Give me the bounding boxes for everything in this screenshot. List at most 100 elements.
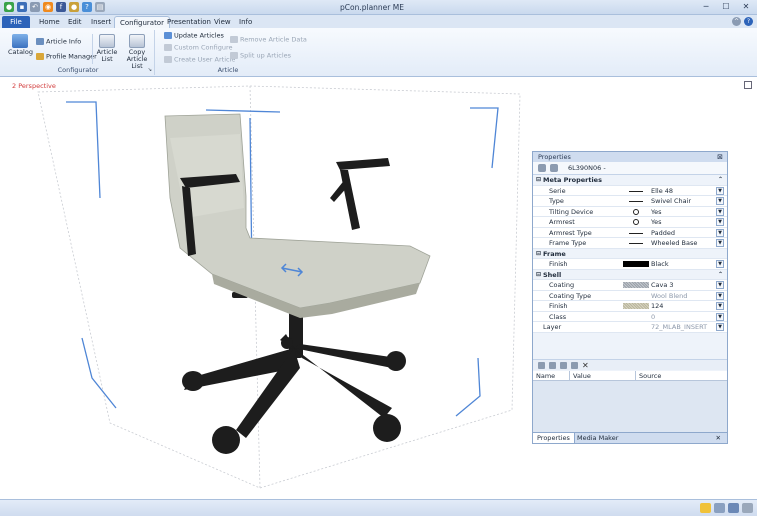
tab-home[interactable]: Home [34,16,65,28]
minimize-button[interactable]: ─ [699,2,713,12]
help-circle-icon[interactable]: ? [744,17,753,26]
tab-presentation[interactable]: Presentation [162,16,216,28]
section-meta-properties[interactable]: ⊟ Meta Properties ⌃ [533,175,727,186]
document-icon[interactable]: ▤ [95,2,105,12]
dropdown-icon[interactable]: ▼ [716,239,724,247]
link-icon[interactable] [549,361,556,369]
tab-properties[interactable]: Properties [533,433,575,443]
dropdown-icon[interactable]: ▼ [716,260,724,268]
panel-close-icon[interactable]: ✕ [712,433,725,443]
settings-icon[interactable] [550,164,558,172]
update-articles-button[interactable]: Update Articles [164,32,224,40]
dropdown-icon[interactable]: ▼ [716,228,724,237]
dropdown-icon[interactable]: ▼ [716,302,724,310]
copy-icon[interactable] [571,361,578,369]
dropdown-icon[interactable]: ▼ [716,323,724,331]
dropdown-icon[interactable]: ▼ [716,312,724,321]
dropdown-icon[interactable]: ▼ [716,186,724,195]
close-button[interactable]: ✕ [739,2,753,12]
help-icon[interactable]: ? [82,2,92,12]
dropdown-icon[interactable]: ▼ [716,281,724,289]
catalog-icon [12,34,28,48]
article-code: 6L390N06 - [568,164,606,172]
collapse-icon[interactable]: ⊟ [536,270,541,280]
collapse-up-icon[interactable]: ⌃ [718,270,723,280]
add-icon[interactable] [538,361,545,369]
section-label: Frame [543,249,566,258]
snap-icon[interactable] [714,503,725,513]
row-coating-type[interactable]: Coating Type Wool Blend ▼ [533,290,727,301]
row-tilting-device[interactable]: Tilting Device Yes ▼ [533,206,727,217]
tab-media-maker[interactable]: Media Maker [573,433,622,443]
save-icon[interactable]: ▪ [17,2,27,12]
maximize-button[interactable]: ☐ [719,2,733,12]
delete-icon[interactable]: ✕ [582,361,589,369]
copy-article-list-button[interactable]: Copy Article List [122,34,152,70]
rss-icon[interactable]: ◉ [43,2,53,12]
create-user-article-label: Create User Article [174,55,236,64]
row-frame-type[interactable]: Frame Type Wheeled Base ▼ [533,238,727,249]
split-up-articles-label: Split up Articles [240,51,292,60]
column-value[interactable]: Value [570,371,636,381]
row-frame-finish[interactable]: Finish Black ▼ [533,259,727,270]
article-info-icon [36,38,44,45]
row-layer[interactable]: Layer 72_MLAB_INSERT ▼ [533,322,727,333]
row-armrest[interactable]: Armrest Yes ▼ [533,217,727,228]
remove-article-data-button[interactable]: Remove Article Data [230,36,307,44]
article-list-button[interactable]: Article List [96,34,118,63]
article-info-button[interactable]: Article Info [36,38,81,46]
row-shell-finish[interactable]: Finish 124 ▼ [533,301,727,312]
section-shell[interactable]: ⊟ Shell ⌃ [533,269,727,280]
move-tool-icon[interactable] [700,503,711,513]
row-serie[interactable]: Serie Elle 48 ▼ [533,185,727,196]
section-label: Shell [543,270,562,279]
column-name[interactable]: Name [533,371,570,381]
new-document-icon[interactable] [560,361,567,369]
row-value: Cava 3 [651,281,674,289]
row-coating[interactable]: Coating Cava 3 ▼ [533,280,727,291]
dropdown-icon[interactable]: ▼ [716,207,724,216]
row-value: Swivel Chair [651,197,692,205]
remove-article-data-label: Remove Article Data [240,35,307,44]
custom-configure-button[interactable]: Custom Configure [164,44,232,52]
line-icon [629,243,643,244]
login-icon[interactable]: ● [69,2,79,12]
collapse-icon[interactable]: ⊟ [536,175,541,185]
row-key: Layer [543,323,562,331]
tab-info[interactable]: Info [234,16,257,28]
tab-insert[interactable]: Insert [86,16,116,28]
circle-icon [633,219,639,225]
profile-manager-button[interactable]: Profile Manager [36,53,97,61]
catalog-button[interactable]: Catalog [8,34,33,56]
section-frame[interactable]: ⊟ Frame [533,248,727,259]
tab-view[interactable]: View [209,16,236,28]
split-up-articles-button[interactable]: Split up Articles [230,52,291,60]
undo-icon[interactable]: ↶ [30,2,40,12]
dropdown-icon[interactable]: ▼ [716,197,724,205]
row-class[interactable]: Class 0 ▼ [533,311,727,322]
tab-file[interactable]: File [2,16,30,28]
collapse-up-icon[interactable]: ⌃ [718,175,723,185]
panel-close-icon[interactable]: ⊠ [717,152,723,162]
facebook-icon[interactable]: f [56,2,66,12]
dropdown-icon[interactable]: ▼ [716,218,724,226]
row-value: Wheeled Base [651,239,698,247]
article-info-label: Article Info [46,37,82,46]
row-type[interactable]: Type Swivel Chair ▼ [533,196,727,207]
tab-edit[interactable]: Edit [63,16,87,28]
status-bar [0,499,757,516]
dropdown-icon[interactable]: ▼ [716,291,724,300]
row-value: 124 [651,302,664,310]
collapse-ribbon-icon[interactable]: ^ [732,17,741,26]
grid-icon[interactable] [728,503,739,513]
window-controls: ─ ☐ ✕ [699,2,753,12]
column-source[interactable]: Source [636,371,727,381]
properties-toolbar: 6L390N06 - [533,162,727,175]
article-icon[interactable] [538,164,546,172]
article-group-label: Article [217,66,239,74]
collapse-icon[interactable]: ⊟ [536,249,541,259]
row-armrest-type[interactable]: Armrest Type Padded ▼ [533,227,727,238]
create-user-article-button[interactable]: Create User Article [164,56,235,64]
panel-tabs: Properties Media Maker ✕ [533,432,727,443]
settings-icon[interactable] [742,503,753,513]
